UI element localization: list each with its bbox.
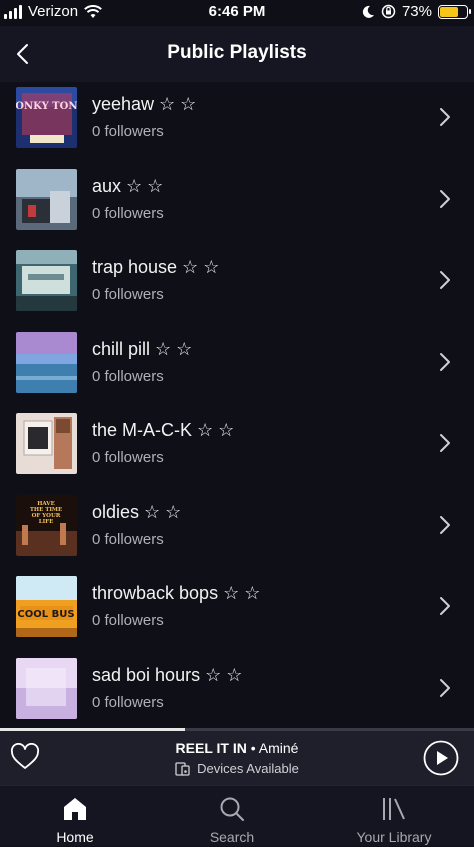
playlist-row[interactable]: chill pill ☆ ☆ 0 followers — [0, 327, 474, 409]
playlist-cover-image: COOL BUS — [16, 576, 77, 637]
playlist-name: sad boi hours ☆ ☆ — [92, 664, 243, 685]
chevron-right-icon[interactable] — [436, 595, 454, 617]
tab-label: Home — [56, 829, 94, 845]
playlist-followers: 0 followers — [92, 286, 164, 303]
rotation-lock-icon — [381, 4, 396, 19]
cover-art-text: HONKY TONK — [16, 101, 77, 112]
tab-search[interactable]: Search — [182, 786, 282, 847]
playlist-row[interactable]: aux ☆ ☆ 0 followers — [0, 164, 474, 246]
playlist-cover-image — [16, 413, 77, 474]
tab-bar: Home Search Your Library — [0, 785, 474, 846]
battery-icon — [438, 4, 471, 19]
artist-line: • Aminé — [246, 740, 299, 756]
playlist-row[interactable]: trap house ☆ ☆ 0 followers — [0, 245, 474, 327]
tab-label: Your Library — [356, 829, 432, 845]
chevron-right-icon[interactable] — [436, 677, 454, 699]
playlist-cover-image: HONKY TONK — [16, 87, 77, 148]
playlist-name: chill pill ☆ ☆ — [92, 338, 193, 359]
playlist-row[interactable]: the M-A-C-K ☆ ☆ 0 followers — [0, 408, 474, 490]
playlist-name: trap house ☆ ☆ — [92, 257, 220, 277]
track-name: REEL IT IN — [175, 740, 247, 756]
devices-label: Devices Available — [197, 761, 299, 776]
playlist-row[interactable]: HONKY TONK yeehaw ☆ ☆ 0 followers — [0, 82, 474, 164]
chevron-right-icon[interactable] — [436, 188, 454, 210]
page-title: Public Playlists — [167, 42, 307, 63]
moon-icon — [362, 5, 374, 18]
battery-fill — [440, 6, 459, 17]
tab-label: Search — [209, 829, 255, 845]
library-icon — [383, 798, 405, 820]
playlist-followers: 0 followers — [92, 204, 164, 222]
cover-art-text: COOL BUS — [17, 609, 74, 620]
playlist-cover-image: HAVE THE TIME OF YOUR LIFE — [16, 494, 77, 556]
devices-available[interactable]: Devices Available — [0, 761, 474, 776]
play-icon[interactable] — [423, 740, 459, 776]
tab-library[interactable]: Your Library — [339, 786, 449, 847]
status-bar: Verizon 6:46 PM 73% — [0, 0, 474, 26]
battery-percent: 73% — [401, 3, 432, 20]
playlist-name: aux ☆ ☆ — [92, 175, 164, 196]
playlist-name: oldies ☆ ☆ — [92, 501, 182, 522]
playlist-cover-image — [16, 250, 77, 311]
playlist-followers: 0 followers — [92, 612, 164, 629]
playlist-followers: 0 followers — [92, 530, 164, 548]
playlist-row[interactable]: COOL BUS throwback bops ☆ ☆ 0 followers — [0, 571, 474, 653]
playlist-followers: 0 followers — [92, 693, 164, 711]
playlist-name: yeehaw ☆ ☆ — [92, 94, 197, 114]
playlist-row[interactable]: sad boi hours ☆ ☆ 0 followers — [0, 653, 474, 729]
svg-text:LIFE: LIFE — [39, 519, 54, 525]
playlist-name: throwback bops ☆ ☆ — [92, 583, 261, 603]
playlist-followers: 0 followers — [92, 449, 164, 466]
playlist-row[interactable]: HAVE THE TIME OF YOUR LIFE oldies ☆ ☆ 0 … — [0, 490, 474, 572]
devices-icon — [175, 761, 190, 776]
now-playing-bar[interactable]: REEL IT IN • Aminé Devices Available — [0, 731, 474, 785]
playlist-followers: 0 followers — [92, 123, 164, 140]
now-playing-title: REEL IT IN • Aminé — [0, 740, 474, 756]
search-icon — [220, 797, 244, 821]
tab-home[interactable]: Home — [25, 786, 125, 847]
chevron-right-icon[interactable] — [436, 351, 454, 373]
playlist-list: HONKY TONK yeehaw ☆ ☆ 0 followers aux ☆ … — [0, 82, 474, 728]
chevron-right-icon[interactable] — [436, 432, 454, 454]
chevron-right-icon[interactable] — [436, 269, 454, 291]
home-icon — [64, 798, 86, 820]
header: Public Playlists — [0, 26, 474, 82]
status-right: 73% — [361, 3, 471, 20]
chevron-right-icon[interactable] — [436, 514, 454, 536]
playlist-name: the M-A-C-K ☆ ☆ — [92, 420, 235, 440]
playlist-followers: 0 followers — [92, 367, 164, 385]
playlist-cover-image — [16, 657, 77, 719]
playlist-cover-image — [16, 331, 77, 393]
playlist-cover-image — [16, 168, 77, 230]
chevron-right-icon[interactable] — [436, 106, 454, 128]
